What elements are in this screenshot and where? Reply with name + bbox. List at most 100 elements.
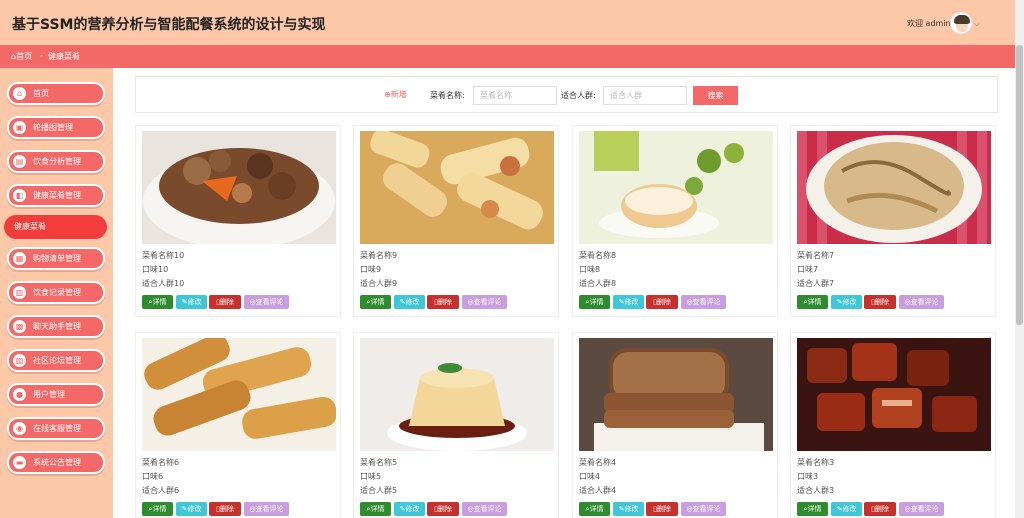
sidebar-item-5[interactable]: ▥ 饮食记录管理	[7, 281, 105, 304]
sidebar-item-label: 聊天助手管理	[33, 322, 81, 331]
sidebar-item-8[interactable]: ● 用户管理	[7, 383, 105, 406]
dish-card: 菜肴名称7 口味7 适合人群7 ⌕详情 ✎修改 ▯删除 ◎查看评论	[790, 125, 996, 317]
detail-label: 详情	[807, 298, 822, 306]
dish-card: 菜肴名称5 口味5 适合人群5 ⌕详情 ✎修改 ▯删除 ◎查看评论	[353, 332, 559, 518]
delete-button[interactable]: ▯删除	[646, 502, 678, 516]
avatar[interactable]	[950, 12, 972, 34]
comment-label: 查看评论	[692, 298, 721, 306]
delete-button[interactable]: ▯删除	[427, 295, 459, 309]
dish-crowd: 适合人群6	[142, 486, 180, 495]
view-comments-button[interactable]: ◎查看评论	[462, 295, 507, 309]
welcome-text: 欢迎 admin	[907, 19, 951, 28]
dish-name: 菜肴名称7	[797, 251, 835, 260]
delete-label: 删除	[219, 505, 234, 513]
comment-label: 查看评论	[910, 298, 939, 306]
delete-label: 删除	[874, 505, 889, 513]
dish-crowd: 适合人群4	[579, 486, 617, 495]
view-comments-button[interactable]: ◎查看评论	[244, 295, 289, 309]
view-comments-button[interactable]: ◎查看评论	[899, 502, 944, 516]
delete-button[interactable]: ▯删除	[209, 295, 241, 309]
delete-button[interactable]: ▯删除	[209, 502, 241, 516]
dish-photo[interactable]	[797, 131, 991, 244]
edit-label: 修改	[842, 298, 857, 306]
dish-name-input[interactable]	[473, 86, 557, 105]
dish-photo[interactable]	[360, 131, 554, 244]
edit-button[interactable]: ✎修改	[613, 295, 644, 309]
detail-button[interactable]: ⌕详情	[579, 295, 610, 309]
edit-button[interactable]: ✎修改	[394, 502, 425, 516]
dish-name: 菜肴名称8	[579, 251, 617, 260]
view-comments-button[interactable]: ◎查看评论	[681, 502, 726, 516]
sidebar-item-9[interactable]: ◉ 在线客服管理	[7, 417, 105, 440]
detail-button[interactable]: ⌕详情	[797, 295, 828, 309]
breadcrumb-home[interactable]: ⌂首页	[11, 51, 32, 62]
sidebar-item-2[interactable]: ▤ 饮食分析管理	[7, 150, 105, 173]
dish-taste: 口味10	[142, 265, 169, 274]
delete-button[interactable]: ▯删除	[646, 295, 678, 309]
dish-photo[interactable]	[360, 338, 554, 451]
dish-photo[interactable]	[797, 338, 991, 451]
dish-image	[797, 338, 991, 451]
notice-icon: ▬	[13, 456, 26, 469]
scrollbar-thumb[interactable]	[1016, 45, 1023, 325]
sidebar-item-label: 系统公告管理	[33, 458, 81, 467]
plus-circle-icon: ⊕	[384, 90, 391, 99]
edit-label: 修改	[405, 298, 420, 306]
dish-crowd: 适合人群7	[797, 279, 835, 288]
dish-image	[360, 338, 554, 451]
dish-photo[interactable]	[142, 338, 336, 451]
edit-button[interactable]: ✎修改	[613, 502, 644, 516]
add-button[interactable]: ⊕新增	[384, 89, 407, 100]
detail-button[interactable]: ⌕详情	[360, 295, 391, 309]
sidebar-item-label: 购物清单管理	[33, 254, 81, 263]
top-header: 基于SSM的营养分析与智能配餐系统的设计与实现 欢迎 admin ⌵	[0, 0, 1015, 45]
crowd-input[interactable]	[603, 86, 687, 105]
view-comments-button[interactable]: ◎查看评论	[681, 295, 726, 309]
delete-button[interactable]: ▯删除	[864, 502, 896, 516]
dish-photo[interactable]	[579, 338, 773, 451]
chevron-down-icon[interactable]: ⌵	[974, 20, 979, 29]
edit-button[interactable]: ✎修改	[831, 295, 862, 309]
edit-button[interactable]: ✎修改	[394, 295, 425, 309]
search-button[interactable]: 搜索	[693, 86, 738, 105]
sidebar-item-0[interactable]: ⌂ 首页	[7, 82, 105, 105]
delete-label: 删除	[656, 298, 671, 306]
sidebar-item-label: 轮播图管理	[33, 123, 73, 132]
delete-label: 删除	[219, 298, 234, 306]
sidebar-item-4[interactable]: ▦ 购物清单管理	[7, 247, 105, 270]
sidebar-subitem-active[interactable]: 健康菜肴	[4, 215, 107, 239]
edit-label: 修改	[842, 505, 857, 513]
view-comments-button[interactable]: ◎查看评论	[244, 502, 289, 516]
breadcrumb-separator: -	[40, 51, 43, 60]
service-icon: ◉	[13, 422, 26, 435]
edit-button[interactable]: ✎修改	[831, 502, 862, 516]
dish-image	[579, 131, 773, 244]
sidebar-item-1[interactable]: ▣ 轮播图管理	[7, 116, 105, 139]
view-comments-button[interactable]: ◎查看评论	[462, 502, 507, 516]
scrollbar[interactable]	[1015, 0, 1024, 518]
detail-button[interactable]: ⌕详情	[142, 295, 173, 309]
dish-card: 菜肴名称3 口味3 适合人群3 ⌕详情 ✎修改 ▯删除 ◎查看评论	[790, 332, 996, 518]
sidebar-item-7[interactable]: ▧ 社区论坛管理	[7, 349, 105, 372]
detail-button[interactable]: ⌕详情	[142, 502, 173, 516]
dish-card: 菜肴名称6 口味6 适合人群6 ⌕详情 ✎修改 ▯删除 ◎查看评论	[135, 332, 341, 518]
view-comments-button[interactable]: ◎查看评论	[899, 295, 944, 309]
detail-button[interactable]: ⌕详情	[797, 502, 828, 516]
sidebar-item-6[interactable]: ▩ 聊天助手管理	[7, 315, 105, 338]
sidebar-item-10[interactable]: ▬ 系统公告管理	[7, 451, 105, 474]
detail-button[interactable]: ⌕详情	[579, 502, 610, 516]
dish-photo[interactable]	[579, 131, 773, 244]
detail-label: 详情	[370, 505, 385, 513]
delete-button[interactable]: ▯删除	[427, 502, 459, 516]
edit-button[interactable]: ✎修改	[176, 502, 207, 516]
dish-photo[interactable]	[142, 131, 336, 244]
chat-icon: ▩	[13, 320, 26, 333]
edit-label: 修改	[405, 505, 420, 513]
detail-button[interactable]: ⌕详情	[360, 502, 391, 516]
detail-label: 详情	[152, 298, 167, 306]
delete-button[interactable]: ▯删除	[864, 295, 896, 309]
dish-crowd: 适合人群8	[579, 279, 617, 288]
edit-button[interactable]: ✎修改	[176, 295, 207, 309]
sidebar-item-3[interactable]: ◧ 健康菜肴管理	[7, 184, 105, 207]
dish-taste: 口味6	[142, 472, 164, 481]
